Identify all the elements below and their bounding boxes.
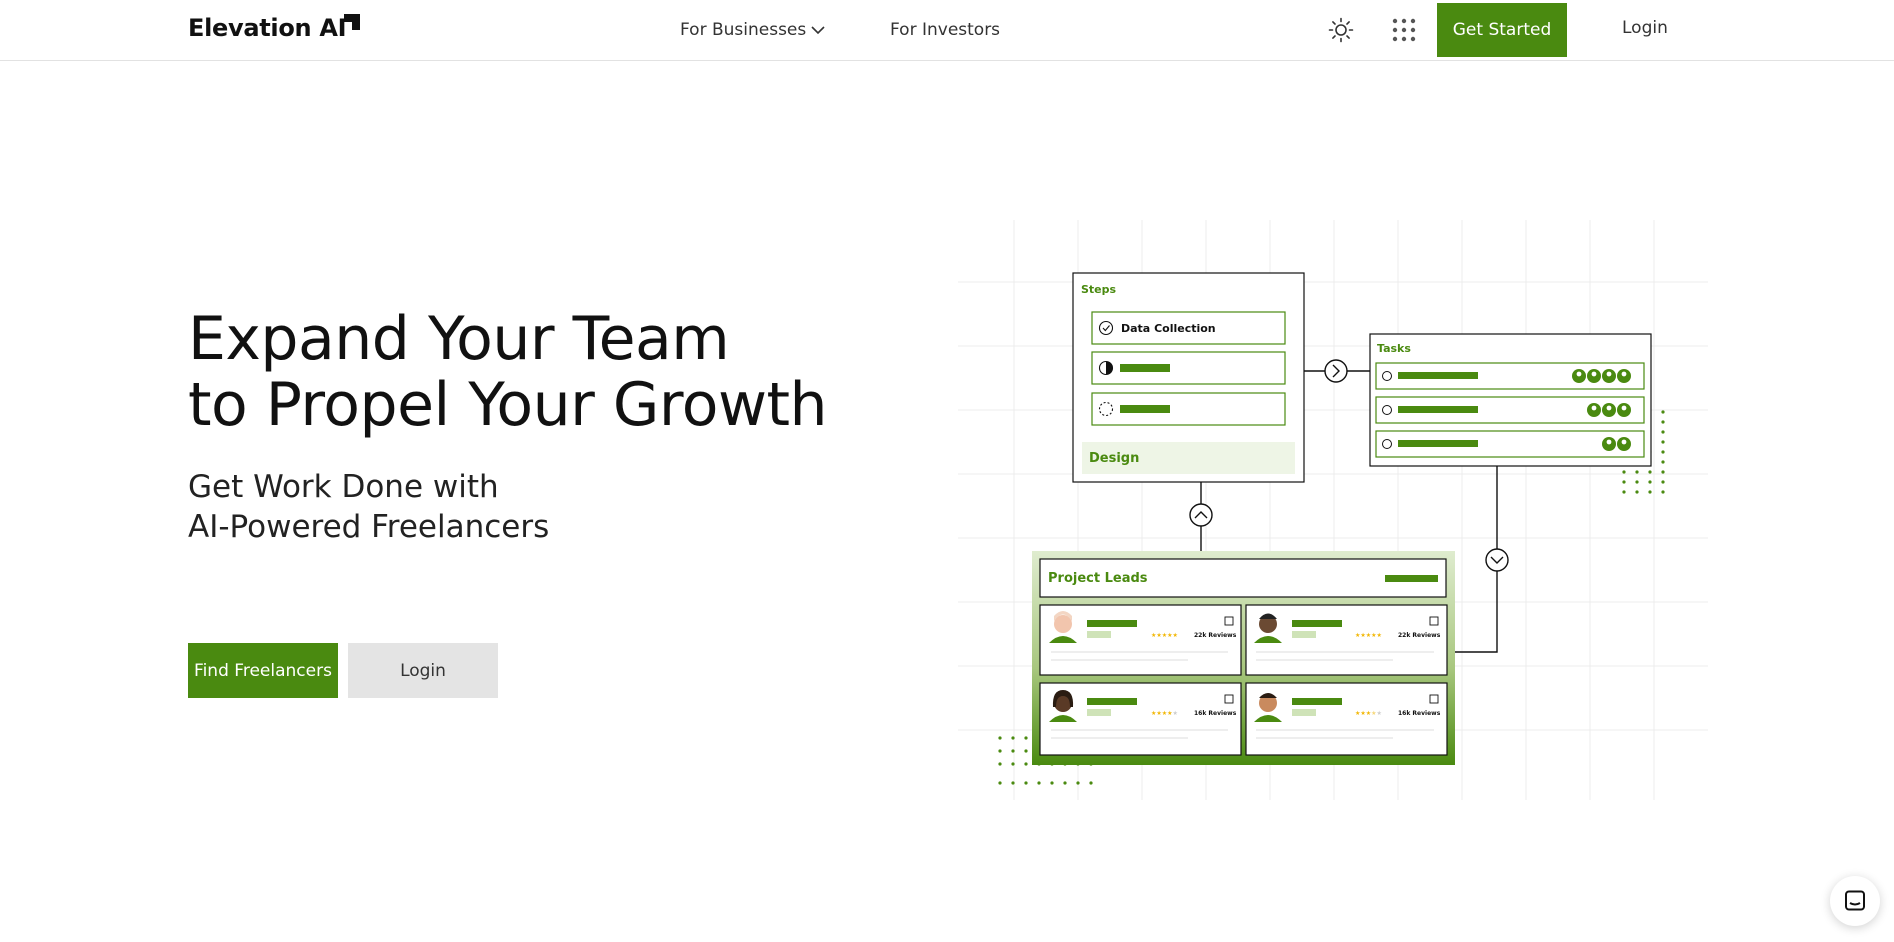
steps-card: Steps Data Collection Design <box>1072 272 1305 483</box>
connector-arrow-down-icon <box>1485 548 1509 572</box>
project-leads-card: Project Leads ★★★★★ 22k Reviews ★★★★★ 22 <box>1032 551 1455 765</box>
hero-subtitle-line-2: AI-Powered Freelancers <box>188 509 550 545</box>
apps-grid-icon[interactable] <box>1392 18 1416 42</box>
lead-3-stars: ★★★★★ <box>1151 710 1178 717</box>
chevron-down-icon[interactable] <box>810 22 826 38</box>
lead-4-stars: ★★★★★ <box>1355 710 1382 717</box>
chat-icon <box>1845 890 1865 911</box>
lead-2-stars: ★★★★★ <box>1355 632 1382 639</box>
connector-arrow-right-icon <box>1324 359 1348 383</box>
chat-launcher-button[interactable] <box>1830 876 1880 926</box>
workflow-illustration: Steps Data Collection Design Tasks Proje… <box>958 220 1708 800</box>
find-freelancers-button[interactable]: Find Freelancers <box>188 643 338 698</box>
lead-card-2: ★★★★★ 22k Reviews <box>1245 604 1448 676</box>
sun-icon[interactable] <box>1328 17 1354 43</box>
lead-card-1: ★★★★★ 22k Reviews <box>1039 604 1242 676</box>
steps-design-label: Design <box>1089 451 1139 466</box>
lead-1-reviews: 22k Reviews <box>1194 632 1237 639</box>
lead-2-reviews: 22k Reviews <box>1398 632 1441 639</box>
hero-title: Expand Your Team to Propel Your Growth <box>188 304 828 440</box>
tasks-title: Tasks <box>1377 342 1411 355</box>
logo-text[interactable]: Elevation AI <box>188 14 347 42</box>
nav-for-businesses[interactable]: For Businesses <box>680 20 806 40</box>
hero-title-line-2: to Propel Your Growth <box>188 370 828 440</box>
hero-title-line-1: Expand Your Team <box>188 304 730 374</box>
lead-card-4: ★★★★★ 16k Reviews <box>1245 682 1448 756</box>
hero-subtitle: Get Work Done with AI-Powered Freelancer… <box>188 467 549 547</box>
nav-for-investors[interactable]: For Investors <box>890 20 1000 40</box>
tasks-card: Tasks <box>1369 333 1652 467</box>
lead-1-stars: ★★★★★ <box>1151 632 1178 639</box>
project-leads-title: Project Leads <box>1048 571 1148 586</box>
lead-card-3: ★★★★★ 16k Reviews <box>1039 682 1242 756</box>
logo-mark-icon <box>344 14 360 30</box>
hero-login-button[interactable]: Login <box>348 643 498 698</box>
site-header: Elevation AI For Businesses For Investor… <box>0 0 1894 61</box>
lead-4-reviews: 16k Reviews <box>1398 710 1441 717</box>
hero-subtitle-line-1: Get Work Done with <box>188 469 499 505</box>
header-login-link[interactable]: Login <box>1622 18 1668 38</box>
lead-3-reviews: 16k Reviews <box>1194 710 1237 717</box>
steps-title: Steps <box>1081 283 1117 296</box>
steps-first-step: Data Collection <box>1121 322 1216 335</box>
connector-arrow-up-icon <box>1189 503 1213 527</box>
get-started-button[interactable]: Get Started <box>1437 3 1567 57</box>
